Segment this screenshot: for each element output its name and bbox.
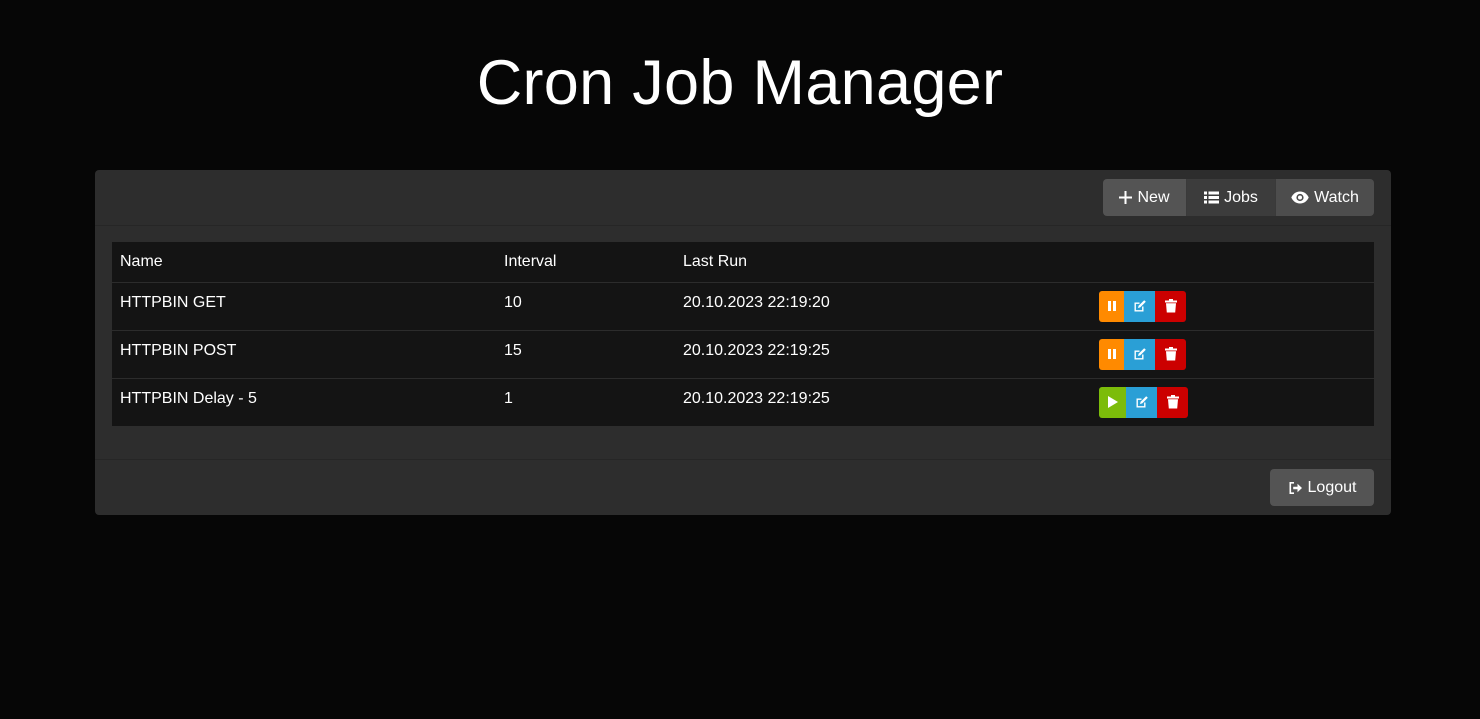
pause-icon [1107,349,1116,359]
row-action-group [1099,386,1188,418]
column-header-name: Name [120,252,163,270]
table-row: HTTPBIN POST 15 20.10.2023 22:19:25 [112,330,1374,378]
edit-icon [1134,300,1146,312]
job-interval: 10 [504,293,522,311]
job-last-run: 20.10.2023 22:19:25 [683,389,830,407]
play-button[interactable] [1099,386,1126,418]
new-button-label: New [1137,188,1170,206]
plus-icon [1119,191,1133,204]
delete-button[interactable] [1155,290,1186,322]
edit-icon [1134,348,1146,360]
table-row: HTTPBIN GET 10 20.10.2023 22:19:20 [112,282,1374,330]
trash-icon [1164,299,1177,313]
toolbar-button-group: New Jobs Watch [1103,179,1374,216]
column-header-interval: Interval [504,252,557,270]
job-actions [1099,282,1374,330]
sign-out-icon [1288,481,1304,495]
list-icon [1204,191,1220,204]
edit-button[interactable] [1126,386,1157,418]
job-last-run: 20.10.2023 22:19:25 [683,341,830,359]
pause-button[interactable] [1099,338,1124,370]
watch-button[interactable]: Watch [1275,179,1374,216]
jobs-button[interactable]: Jobs [1186,179,1275,216]
delete-button[interactable] [1157,386,1188,418]
job-name: HTTPBIN GET [120,293,226,311]
logout-button-label: Logout [1307,478,1357,496]
watch-button-label: Watch [1314,188,1359,206]
edit-button[interactable] [1124,290,1155,322]
eye-icon [1291,191,1309,204]
trash-icon [1166,395,1179,409]
jobs-table: Name Interval Last Run HTTPBIN GET 10 20… [112,242,1374,426]
delete-button[interactable] [1155,338,1186,370]
panel-footer: Logout [95,459,1391,515]
page-title: Cron Job Manager [476,48,1004,118]
trash-icon [1164,347,1177,361]
pause-icon [1107,301,1116,311]
new-button[interactable]: New [1103,179,1186,216]
job-interval: 1 [504,389,513,407]
column-header-actions [1099,242,1374,282]
job-actions [1099,330,1374,378]
job-actions [1099,378,1374,426]
row-action-group [1099,338,1186,370]
job-name: HTTPBIN Delay - 5 [120,389,257,407]
pause-button[interactable] [1099,290,1124,322]
edit-button[interactable] [1124,338,1155,370]
jobs-panel: New Jobs Watch Name Interval Last Run HT… [95,170,1391,515]
job-interval: 15 [504,341,522,359]
jobs-table-container: Name Interval Last Run HTTPBIN GET 10 20… [112,242,1374,426]
job-name: HTTPBIN POST [120,341,237,359]
table-row: HTTPBIN Delay - 5 1 20.10.2023 22:19:25 [112,378,1374,426]
play-icon [1107,396,1118,408]
row-action-group [1099,290,1186,322]
logout-button[interactable]: Logout [1270,469,1374,506]
job-last-run: 20.10.2023 22:19:20 [683,293,830,311]
panel-header: New Jobs Watch [95,170,1391,226]
edit-icon [1136,396,1148,408]
table-header-row: Name Interval Last Run [112,242,1374,282]
jobs-button-label: Jobs [1224,188,1258,206]
column-header-last-run: Last Run [683,252,748,270]
